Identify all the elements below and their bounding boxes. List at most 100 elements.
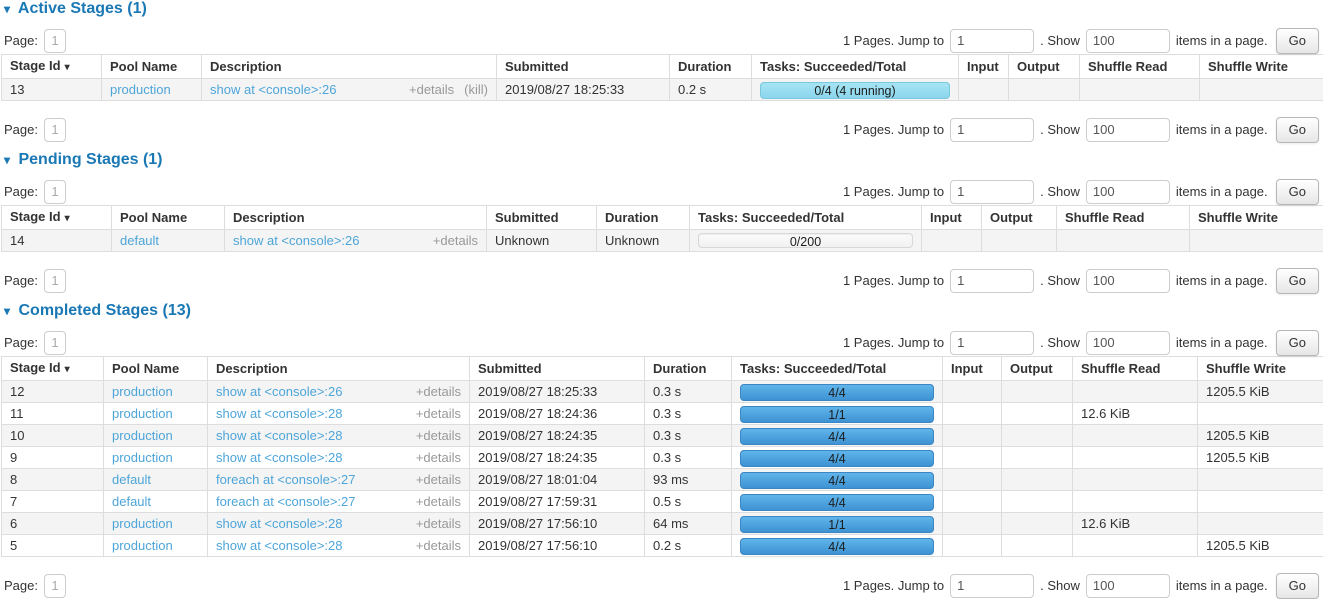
details-toggle[interactable]: +details <box>416 406 461 421</box>
column-header-description[interactable]: Description <box>202 55 497 79</box>
collapse-arrow-icon: ▾ <box>4 152 10 168</box>
jump-to-input[interactable] <box>950 118 1034 142</box>
column-header-input[interactable]: Input <box>943 357 1002 381</box>
description-link[interactable]: foreach at <console>:27 <box>216 472 356 487</box>
show-count-input[interactable] <box>1086 180 1170 204</box>
column-header-duration[interactable]: Duration <box>597 206 690 230</box>
tasks-count-label: 1/1 <box>741 407 933 423</box>
pool-name-link[interactable]: default <box>112 472 151 487</box>
details-toggle[interactable]: +details <box>433 233 478 248</box>
page-number-box[interactable]: 1 <box>44 180 66 204</box>
details-toggle[interactable]: +details <box>416 494 461 509</box>
description-link[interactable]: foreach at <console>:27 <box>216 494 356 509</box>
show-count-input[interactable] <box>1086 269 1170 293</box>
column-header-submitted[interactable]: Submitted <box>497 55 670 79</box>
go-button[interactable]: Go <box>1276 330 1319 356</box>
column-header-output[interactable]: Output <box>982 206 1057 230</box>
column-header-tasks-succeeded-total[interactable]: Tasks: Succeeded/Total <box>732 357 943 381</box>
input-cell <box>943 403 1002 425</box>
pool-name-link[interactable]: production <box>110 82 171 97</box>
jump-to-input[interactable] <box>950 180 1034 204</box>
jump-to-input[interactable] <box>950 574 1034 598</box>
show-count-input[interactable] <box>1086 29 1170 53</box>
pool-name-link[interactable]: production <box>112 406 173 421</box>
stage-id-cell: 8 <box>2 469 104 491</box>
column-header-shuffle-read[interactable]: Shuffle Read <box>1073 357 1198 381</box>
page-number-box[interactable]: 1 <box>44 331 66 355</box>
page-number-box[interactable]: 1 <box>44 118 66 142</box>
pages-count-label: 1 Pages. Jump to <box>843 578 944 593</box>
show-count-input[interactable] <box>1086 331 1170 355</box>
pool-name-link[interactable]: production <box>112 428 173 443</box>
details-toggle[interactable]: +details <box>416 428 461 443</box>
go-button[interactable]: Go <box>1276 268 1319 294</box>
kill-link[interactable]: (kill) <box>464 82 488 97</box>
show-count-input[interactable] <box>1086 118 1170 142</box>
pool-name-link[interactable]: default <box>120 233 159 248</box>
section-heading[interactable]: ▾ Active Stages (1) <box>4 1 1322 17</box>
column-header-tasks-succeeded-total[interactable]: Tasks: Succeeded/Total <box>690 206 922 230</box>
column-header-pool-name[interactable]: Pool Name <box>112 206 225 230</box>
page-number-box[interactable]: 1 <box>44 29 66 53</box>
section-heading[interactable]: ▾ Pending Stages (1) <box>4 152 1322 168</box>
column-header-output[interactable]: Output <box>1002 357 1073 381</box>
show-count-input[interactable] <box>1086 574 1170 598</box>
column-header-stage-id[interactable]: Stage Id▾ <box>2 206 112 230</box>
description-link[interactable]: show at <console>:28 <box>216 428 342 443</box>
description-link[interactable]: show at <console>:28 <box>216 406 342 421</box>
description-link[interactable]: show at <console>:26 <box>210 82 336 97</box>
description-link[interactable]: show at <console>:28 <box>216 450 342 465</box>
details-toggle[interactable]: +details <box>409 82 454 97</box>
details-toggle[interactable]: +details <box>416 538 461 553</box>
page-number-box[interactable]: 1 <box>44 574 66 598</box>
description-link[interactable]: show at <console>:26 <box>216 384 342 399</box>
column-header-shuffle-write[interactable]: Shuffle Write <box>1198 357 1323 381</box>
pool-name-link[interactable]: production <box>112 384 173 399</box>
column-header-submitted[interactable]: Submitted <box>470 357 645 381</box>
description-cell: +details foreach at <console>:27 <box>208 469 470 491</box>
page-number-box[interactable]: 1 <box>44 269 66 293</box>
column-header-stage-id[interactable]: Stage Id▾ <box>2 357 104 381</box>
details-toggle[interactable]: +details <box>416 472 461 487</box>
tasks-progress: 0/200 <box>698 233 913 248</box>
details-toggle[interactable]: +details <box>416 516 461 531</box>
column-header-pool-name[interactable]: Pool Name <box>104 357 208 381</box>
column-header-tasks-succeeded-total[interactable]: Tasks: Succeeded/Total <box>752 55 959 79</box>
stage-row: 6production+detailsshow at <console>:282… <box>2 513 1323 535</box>
go-button[interactable]: Go <box>1276 179 1319 205</box>
jump-to-input[interactable] <box>950 269 1034 293</box>
pool-name-link[interactable]: production <box>112 538 173 553</box>
column-label: Output <box>1010 361 1053 376</box>
description-link[interactable]: show at <console>:28 <box>216 516 342 531</box>
input-cell <box>943 469 1002 491</box>
column-header-shuffle-read[interactable]: Shuffle Read <box>1057 206 1190 230</box>
column-header-duration[interactable]: Duration <box>645 357 732 381</box>
pool-name-link[interactable]: default <box>112 494 151 509</box>
details-toggle[interactable]: +details <box>416 450 461 465</box>
go-button[interactable]: Go <box>1276 117 1319 143</box>
go-button[interactable]: Go <box>1276 573 1319 599</box>
column-header-output[interactable]: Output <box>1009 55 1080 79</box>
jump-to-input[interactable] <box>950 29 1034 53</box>
column-header-stage-id[interactable]: Stage Id▾ <box>2 55 102 79</box>
description-link[interactable]: show at <console>:26 <box>233 233 359 248</box>
go-button[interactable]: Go <box>1276 28 1319 54</box>
column-header-shuffle-read[interactable]: Shuffle Read <box>1080 55 1200 79</box>
column-header-input[interactable]: Input <box>959 55 1009 79</box>
column-header-input[interactable]: Input <box>922 206 982 230</box>
tasks-count-label: 4/4 <box>741 495 933 511</box>
column-header-shuffle-write[interactable]: Shuffle Write <box>1190 206 1323 230</box>
column-header-pool-name[interactable]: Pool Name <box>102 55 202 79</box>
column-header-submitted[interactable]: Submitted <box>487 206 597 230</box>
jump-to-input[interactable] <box>950 331 1034 355</box>
description-link[interactable]: show at <console>:28 <box>216 538 342 553</box>
column-header-duration[interactable]: Duration <box>670 55 752 79</box>
column-header-description[interactable]: Description <box>208 357 470 381</box>
column-header-shuffle-write[interactable]: Shuffle Write <box>1200 55 1323 79</box>
details-toggle[interactable]: +details <box>416 384 461 399</box>
pool-name-link[interactable]: production <box>112 516 173 531</box>
section-heading[interactable]: ▾ Completed Stages (13) <box>4 303 1322 319</box>
pool-name-link[interactable]: production <box>112 450 173 465</box>
column-label: Submitted <box>505 59 569 74</box>
column-header-description[interactable]: Description <box>225 206 487 230</box>
